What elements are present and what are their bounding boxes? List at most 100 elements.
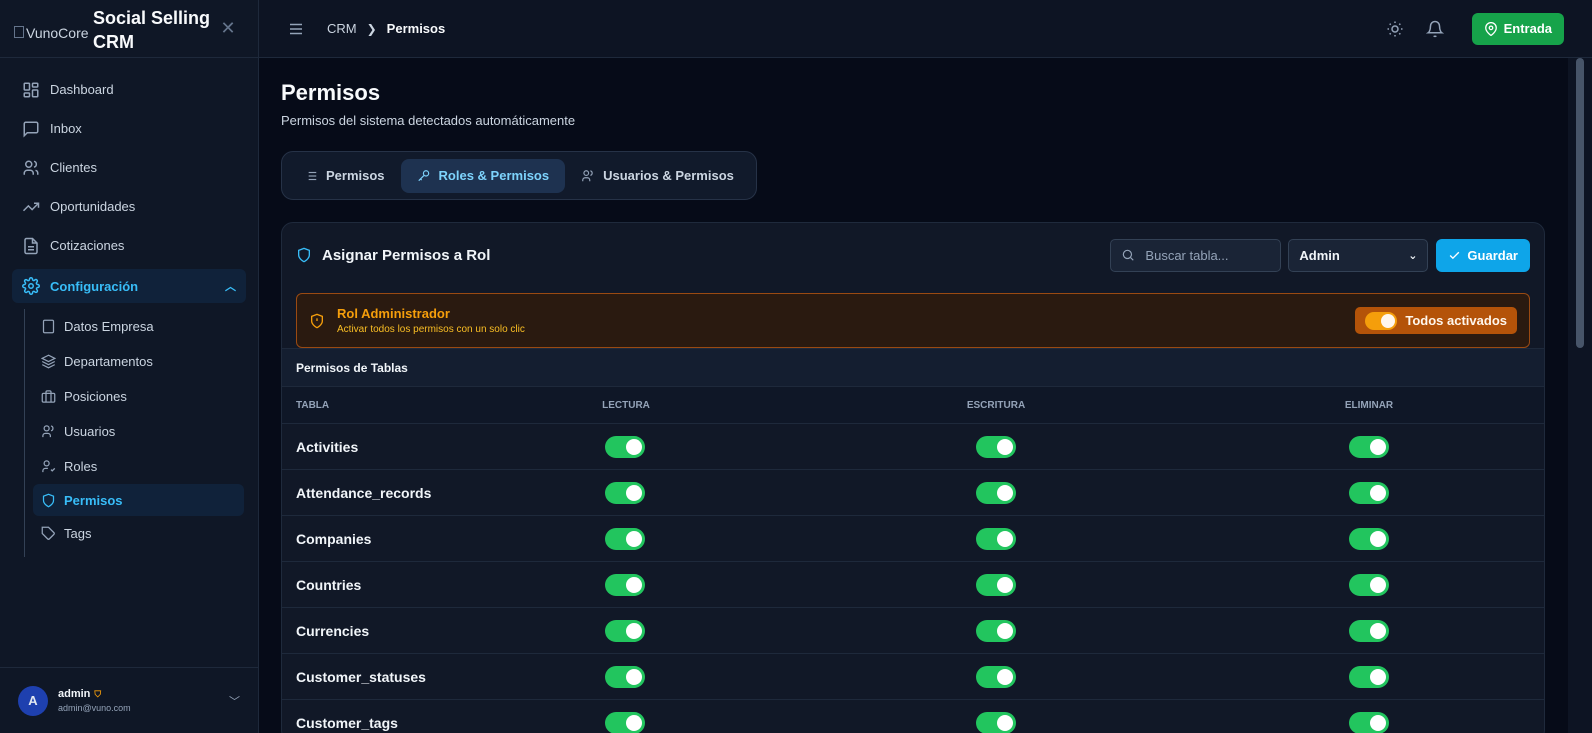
sidebar: VunoCore Social Selling CRM ✕ Dashboard … [0, 0, 259, 733]
read-toggle[interactable] [605, 435, 645, 458]
sidebar-item-inbox[interactable]: Inbox [0, 109, 258, 148]
app-title: Social Selling CRM [93, 8, 211, 52]
delete-toggle[interactable] [1349, 619, 1389, 642]
scrollbar-thumb[interactable] [1576, 58, 1584, 348]
banner-title: Rol Administrador [337, 306, 450, 321]
gear-icon [22, 277, 40, 295]
users-icon [42, 425, 54, 438]
subitem-posiciones[interactable]: Posiciones [33, 379, 244, 414]
delete-toggle[interactable] [1349, 665, 1389, 688]
close-sidebar-icon[interactable]: ✕ [218, 18, 238, 38]
delete-toggle[interactable] [1349, 573, 1389, 596]
breadcrumb-crm[interactable]: CRM [327, 21, 357, 36]
search-icon [1123, 249, 1135, 261]
card-header: Asignar Permisos a Rol Admin ⌄ Guardar [282, 223, 1544, 287]
users-icon [582, 169, 593, 181]
table-name: Currencies [296, 622, 370, 639]
delete-toggle[interactable] [1349, 527, 1389, 550]
sidebar-item-configuracion[interactable]: Configuración ︿ [12, 269, 246, 303]
menu-icon[interactable] [287, 20, 305, 38]
banner-subtitle: Activar todos los permisos con un solo c… [337, 324, 525, 335]
table-body: Activities Attendance_records Companies … [282, 424, 1544, 733]
role-select[interactable]: Admin ⌄ [1288, 238, 1429, 272]
write-toggle[interactable] [976, 573, 1016, 596]
sidebar-item-oportunidades[interactable]: Oportunidades [0, 187, 258, 226]
delete-toggle[interactable] [1349, 435, 1389, 458]
subitem-usuarios[interactable]: Usuarios [33, 414, 244, 449]
user-menu[interactable]: A admin ⛉ admin@vuno.com ﹀ [0, 667, 258, 733]
card-title-text: Asignar Permisos a Rol [322, 246, 491, 264]
bell-icon[interactable] [1425, 20, 1444, 38]
toggle-all-button[interactable]: Todos activados [1355, 307, 1517, 334]
user-email: admin@vuno.com [58, 703, 131, 713]
subitem-departamentos[interactable]: Departamentos [33, 344, 244, 379]
table-row: Attendance_records [282, 470, 1544, 516]
read-toggle[interactable] [605, 711, 645, 733]
write-toggle[interactable] [976, 435, 1016, 458]
brand-header: VunoCore Social Selling CRM ✕ [0, 0, 258, 58]
subitem-tags[interactable]: Tags [33, 516, 244, 551]
delete-toggle[interactable] [1349, 711, 1389, 733]
tag-icon [41, 526, 55, 540]
subitem-permisos[interactable]: Permisos [33, 484, 244, 516]
subitem-roles[interactable]: Roles [33, 449, 244, 484]
page-subtitle: Permisos del sistema detectados automáti… [281, 113, 576, 128]
page-scrollbar[interactable] [1568, 58, 1592, 733]
card-tools: Admin ⌄ Guardar [1110, 238, 1530, 272]
subitem-label: Tags [64, 526, 92, 541]
write-toggle[interactable] [976, 527, 1016, 550]
tabs: Permisos Roles & Permisos Usuarios & Per… [281, 151, 757, 200]
read-toggle[interactable] [605, 665, 645, 688]
tab-roles-permisos[interactable]: Roles & Permisos [400, 158, 566, 193]
write-toggle[interactable] [976, 665, 1016, 688]
write-toggle[interactable] [976, 711, 1016, 733]
subitem-label: Posiciones [64, 389, 127, 404]
map-pin-icon [1484, 21, 1497, 36]
inbox-icon [23, 121, 39, 138]
avatar: A [18, 685, 48, 716]
delete-toggle[interactable] [1349, 481, 1389, 504]
tab-label: Roles & Permisos [438, 168, 550, 183]
search-input[interactable] [1145, 247, 1266, 263]
chevron-down-icon: ﹀ [229, 695, 240, 708]
sidebar-item-label: Configuración [50, 278, 139, 294]
table-row: Customer_statuses [282, 654, 1544, 700]
entrada-button[interactable]: Entrada [1471, 12, 1564, 45]
sidebar-item-clientes[interactable]: Clientes [0, 148, 258, 187]
page-title: Permisos [281, 80, 381, 105]
user-name: admin ⛉ [58, 688, 102, 700]
tab-usuarios-permisos[interactable]: Usuarios & Permisos [565, 159, 750, 193]
write-toggle[interactable] [976, 619, 1016, 642]
subitem-label: Departamentos [64, 354, 153, 369]
sidebar-item-dashboard[interactable]: Dashboard [0, 70, 258, 109]
read-toggle[interactable] [605, 619, 645, 642]
chevron-down-icon: ⌄ [1408, 249, 1418, 262]
sidebar-item-label: Inbox [50, 121, 82, 136]
table-section-title: Permisos de Tablas [282, 348, 1544, 386]
shield-icon [298, 247, 310, 263]
save-label: Guardar [1467, 247, 1518, 263]
tab-permisos[interactable]: Permisos [288, 159, 401, 193]
card-title: Asignar Permisos a Rol [296, 247, 490, 264]
read-toggle[interactable] [605, 573, 645, 596]
check-icon [1450, 251, 1460, 259]
briefcase-icon [41, 390, 56, 403]
subitem-datos-empresa[interactable]: Datos Empresa [33, 309, 244, 344]
toggle-all-switch[interactable] [1365, 311, 1398, 330]
sidebar-item-label: Clientes [50, 160, 97, 175]
column-header-lectura: LECTURA [602, 399, 650, 411]
chevron-right-icon: ❯ [366, 21, 377, 36]
write-toggle[interactable] [976, 481, 1016, 504]
banner-text: Rol Administrador Activar todos los perm… [337, 306, 525, 335]
key-icon [417, 169, 429, 181]
users-icon [23, 160, 39, 175]
sidebar-item-cotizaciones[interactable]: Cotizaciones [0, 226, 258, 265]
sun-icon[interactable] [1386, 20, 1404, 38]
read-toggle[interactable] [605, 481, 645, 504]
read-toggle[interactable] [605, 527, 645, 550]
user-check-icon [42, 460, 56, 473]
save-button[interactable]: Guardar [1436, 238, 1530, 272]
table-row: Currencies [282, 608, 1544, 654]
table-name: Customer_tags [296, 714, 398, 731]
brand-logo: VunoCore [14, 25, 94, 40]
